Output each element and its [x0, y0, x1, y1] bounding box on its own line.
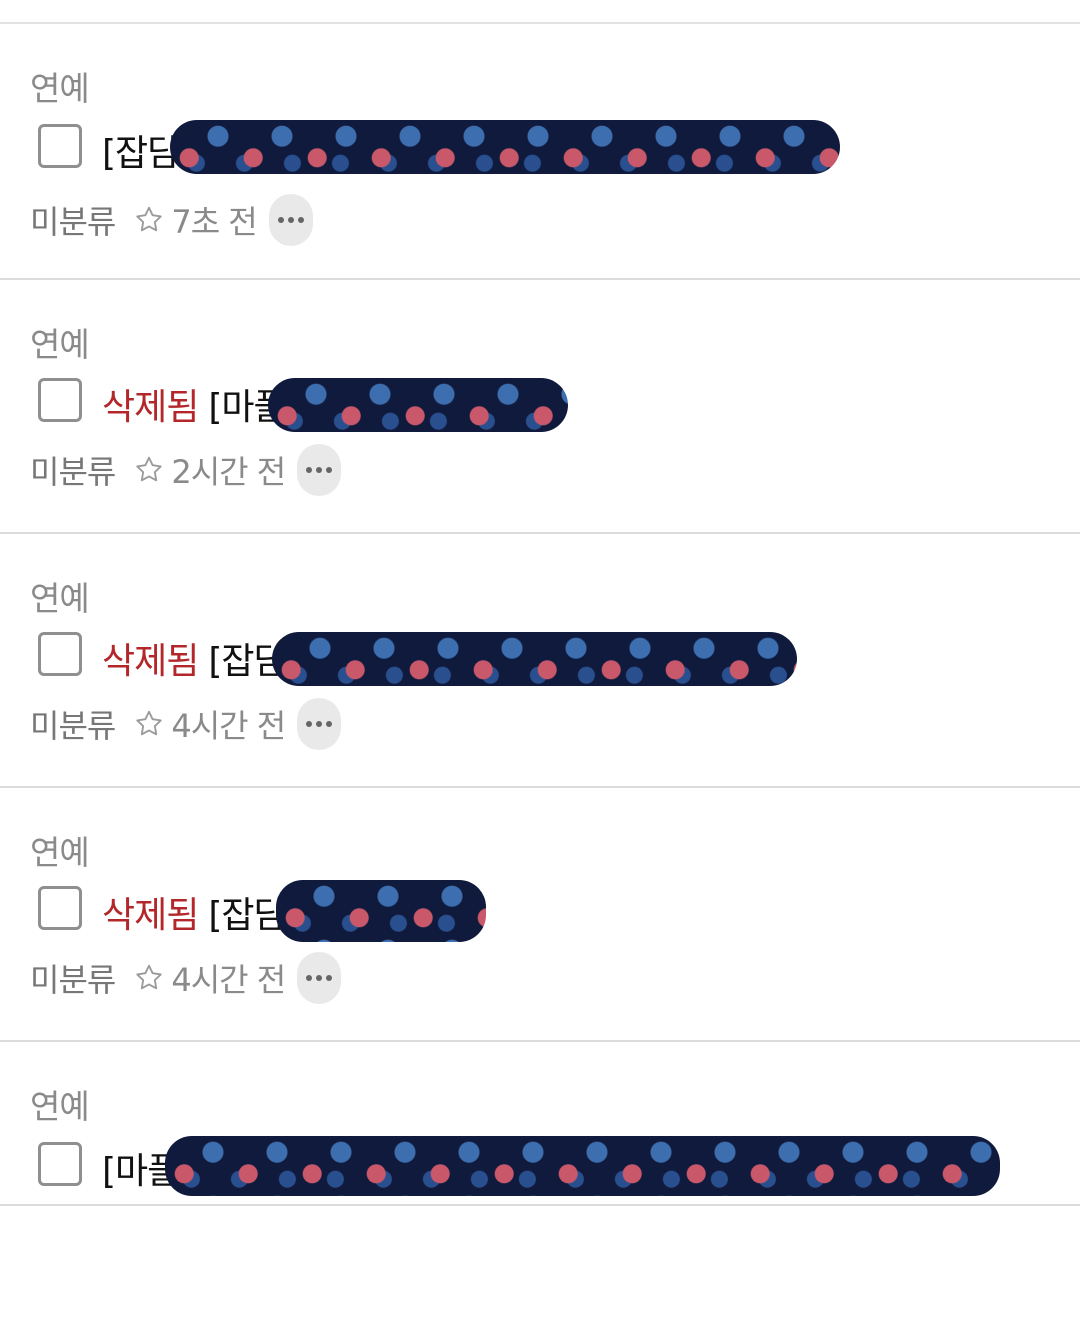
- more-horizontal-icon[interactable]: [268, 194, 313, 246]
- post-meta: 미분류 2시간 전: [30, 444, 342, 496]
- redaction-scribble: [272, 632, 797, 686]
- post-category: 연예: [30, 579, 90, 618]
- star-outline-icon[interactable]: [133, 708, 165, 740]
- more-horizontal-icon[interactable]: [297, 952, 342, 1004]
- post-item[interactable]: 연예 삭제됨 [잡담] 미분류 4시간 전: [0, 534, 1080, 788]
- board-label: 미분류: [30, 961, 116, 999]
- redaction-scribble: [170, 120, 840, 174]
- post-meta: 미분류 7초 전: [30, 194, 313, 246]
- deleted-label: 삭제됨: [102, 387, 199, 428]
- star-outline-icon[interactable]: [133, 204, 165, 236]
- post-title-row[interactable]: 삭제됨 [잡담]: [102, 886, 300, 938]
- post-item[interactable]: 연예 [잡담] 미분류 7초 전: [0, 24, 1080, 280]
- redaction-scribble: [165, 1136, 1000, 1196]
- select-checkbox[interactable]: [38, 632, 82, 676]
- post-meta: 미분류 4시간 전: [30, 952, 342, 1004]
- post-item[interactable]: 연예 삭제됨 [마플] 미분류 2시간 전: [0, 280, 1080, 534]
- deleted-label: 삭제됨: [102, 895, 199, 936]
- star-outline-icon[interactable]: [133, 962, 165, 994]
- post-time: 7초 전: [171, 203, 257, 241]
- post-meta: 미분류 4시간 전: [30, 698, 342, 750]
- post-title-row[interactable]: 삭제됨 [잡담]: [102, 632, 300, 684]
- select-checkbox[interactable]: [38, 124, 82, 168]
- post-category: 연예: [30, 833, 90, 872]
- board-label: 미분류: [30, 453, 116, 491]
- post-item[interactable]: 연예 삭제됨 [잡담] 미분류 4시간 전: [0, 788, 1080, 1042]
- redaction-scribble: [276, 880, 486, 942]
- post-category: 연예: [30, 325, 90, 364]
- deleted-label: 삭제됨: [102, 641, 199, 682]
- post-time: 4시간 전: [171, 707, 286, 745]
- more-horizontal-icon[interactable]: [297, 444, 342, 496]
- select-checkbox[interactable]: [38, 1142, 82, 1186]
- post-category: 연예: [30, 1087, 90, 1126]
- post-time: 2시간 전: [171, 453, 286, 491]
- select-checkbox[interactable]: [38, 378, 82, 422]
- post-category: 연예: [30, 69, 90, 108]
- post-item[interactable]: 연예 [마플: [0, 1042, 1080, 1206]
- select-checkbox[interactable]: [38, 886, 82, 930]
- board-label: 미분류: [30, 203, 116, 241]
- star-outline-icon[interactable]: [133, 454, 165, 486]
- redaction-scribble: [268, 378, 568, 432]
- board-label: 미분류: [30, 707, 116, 745]
- post-time: 4시간 전: [171, 961, 286, 999]
- more-horizontal-icon[interactable]: [297, 698, 342, 750]
